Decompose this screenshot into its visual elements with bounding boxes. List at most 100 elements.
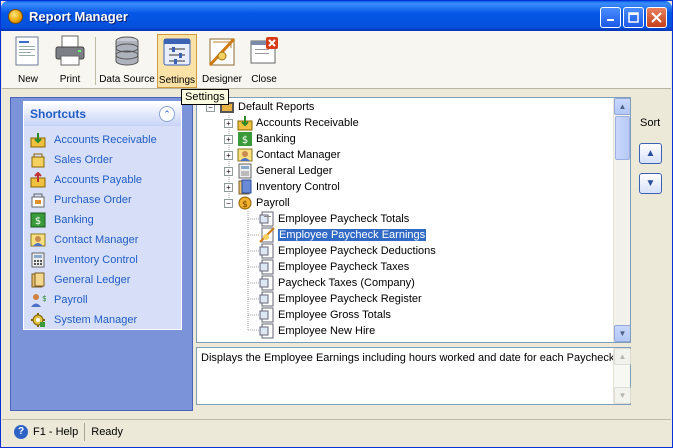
expand-expander-icon[interactable]: + — [224, 182, 233, 192]
sort-down-button[interactable]: ▼ — [639, 173, 662, 194]
description-scrollbar[interactable]: ▲ ▼ — [613, 348, 631, 404]
svg-text:$: $ — [42, 294, 46, 303]
sort-label: Sort — [640, 117, 661, 129]
shortcut-banking[interactable]: $ Banking — [30, 210, 181, 230]
printer-icon — [53, 34, 87, 68]
system-manager-icon — [30, 312, 46, 328]
report-document-icon — [259, 259, 275, 275]
general-ledger-icon — [237, 163, 253, 179]
help-hint: F1 - Help — [33, 425, 79, 438]
report-document-icon — [259, 323, 275, 339]
shortcut-general-ledger[interactable]: General Ledger — [30, 270, 181, 290]
tree-category-inventory-control[interactable]: + Inventory Control — [224, 179, 340, 195]
accounts-receivable-icon — [237, 115, 253, 131]
data-source-button[interactable]: Data Source — [99, 34, 155, 88]
title-bar[interactable]: Report Manager — [1, 1, 672, 31]
close-window-button[interactable] — [646, 7, 667, 28]
data-source-label: Data Source — [99, 74, 155, 85]
report-manager-window: Report Manager New Print Data Source Set… — [0, 0, 673, 448]
description-panel: Displays the Employee Earnings including… — [196, 347, 631, 405]
shortcut-system-manager[interactable]: System Manager — [30, 310, 181, 330]
maximize-icon — [628, 12, 639, 23]
print-button[interactable]: Print — [52, 34, 88, 88]
designer-button[interactable]: Designer — [201, 34, 243, 88]
app-icon — [8, 9, 23, 24]
expand-expander-icon[interactable]: + — [224, 166, 233, 176]
tree-report-item[interactable]: Employee Paycheck Register — [259, 291, 422, 307]
tree-report-item[interactable]: Employee Paycheck Taxes — [259, 259, 409, 275]
collapse-chevron-icon[interactable]: ⌃ — [159, 106, 175, 122]
tree-category-payroll[interactable]: − $ Payroll — [224, 195, 290, 211]
svg-text:$: $ — [35, 216, 41, 227]
inventory-control-icon — [30, 252, 46, 268]
accounts-payable-icon — [30, 171, 46, 188]
sort-up-button[interactable]: ▲ — [639, 143, 662, 164]
close-icon — [651, 12, 662, 23]
contact-manager-icon — [30, 232, 46, 248]
status-divider — [84, 422, 86, 441]
payroll-icon: $ — [30, 292, 47, 308]
payroll-icon: $ — [237, 195, 253, 211]
tree-report-item[interactable]: Employee Gross Totals — [259, 307, 391, 323]
scroll-down-arrow-icon[interactable]: ▼ — [614, 325, 630, 342]
tree-category-banking[interactable]: + $ Banking — [224, 131, 296, 147]
tree-report-item[interactable]: Employee Paycheck Totals — [259, 211, 409, 227]
close-toolbar-button[interactable]: Close — [247, 34, 281, 88]
accounts-receivable-icon — [30, 132, 46, 148]
tree-report-item[interactable]: Employee Paycheck Deductions — [259, 243, 436, 259]
sales-order-icon — [30, 152, 46, 168]
tree-report-item-selected[interactable]: Employee Paycheck Earnings — [259, 227, 428, 243]
report-document-icon — [259, 291, 275, 307]
scroll-down-arrow-icon[interactable]: ▼ — [614, 387, 631, 404]
toolbar: New Print Data Source Settings Designer — [2, 31, 671, 89]
tree-report-item[interactable]: Employee New Hire — [259, 323, 375, 339]
expand-expander-icon[interactable]: + — [224, 118, 233, 128]
general-ledger-icon — [30, 272, 46, 288]
tree-report-item[interactable]: Paycheck Taxes (Company) — [259, 275, 415, 291]
svg-text:$: $ — [242, 200, 248, 210]
close-label: Close — [251, 74, 277, 85]
inventory-control-icon — [237, 179, 253, 195]
tree-category-contact-manager[interactable]: + Contact Manager — [224, 147, 340, 163]
expand-expander-icon[interactable]: + — [224, 134, 233, 144]
status-bar: ? F1 - Help Ready — [2, 419, 671, 443]
database-icon — [110, 34, 144, 68]
tree-category-accounts-receivable[interactable]: + Accounts Receivable — [224, 115, 359, 131]
new-button[interactable]: New — [10, 34, 46, 88]
report-tree[interactable]: − Default Reports + Accounts Receivable … — [196, 97, 631, 343]
new-document-icon — [11, 34, 45, 68]
expand-expander-icon[interactable]: + — [224, 150, 233, 160]
minimize-button[interactable] — [600, 7, 621, 28]
shortcut-payroll[interactable]: $ Payroll — [30, 290, 181, 310]
help-icon: ? — [14, 424, 28, 439]
tree-scrollbar[interactable]: ▲ ▼ — [613, 98, 630, 342]
triangle-down-icon: ▼ — [645, 178, 656, 189]
shortcut-contact-manager[interactable]: Contact Manager — [30, 230, 181, 250]
scroll-up-arrow-icon[interactable]: ▲ — [614, 348, 631, 365]
status-text: Ready — [91, 425, 124, 438]
toolbar-separator — [95, 37, 96, 85]
shortcut-inventory-control[interactable]: Inventory Control — [30, 250, 181, 270]
settings-icon — [160, 35, 194, 69]
maximize-button[interactable] — [623, 7, 644, 28]
window-title: Report Manager — [29, 9, 128, 24]
banking-icon: $ — [30, 212, 46, 228]
shortcut-purchase-order[interactable]: Purchase Order — [30, 190, 181, 210]
report-document-icon — [259, 307, 275, 323]
contact-manager-icon — [237, 147, 253, 163]
scroll-up-arrow-icon[interactable]: ▲ — [614, 98, 630, 115]
report-document-icon — [259, 243, 275, 259]
settings-button[interactable]: Settings — [157, 34, 197, 88]
shortcut-sales-order[interactable]: Sales Order — [30, 150, 181, 170]
designer-icon — [205, 34, 239, 68]
shortcut-accounts-receivable[interactable]: Accounts Receivable — [30, 130, 181, 150]
scroll-thumb[interactable] — [615, 116, 630, 160]
shortcuts-header[interactable]: Shortcuts ⌃ — [24, 102, 181, 126]
tree-category-general-ledger[interactable]: + General Ledger — [224, 163, 332, 179]
svg-text:$: $ — [242, 135, 248, 146]
collapse-expander-icon[interactable]: − — [224, 198, 233, 208]
settings-label: Settings — [158, 75, 196, 86]
triangle-up-icon: ▲ — [645, 148, 656, 159]
report-designer-icon — [259, 227, 275, 243]
shortcut-accounts-payable[interactable]: Accounts Payable — [30, 170, 181, 190]
